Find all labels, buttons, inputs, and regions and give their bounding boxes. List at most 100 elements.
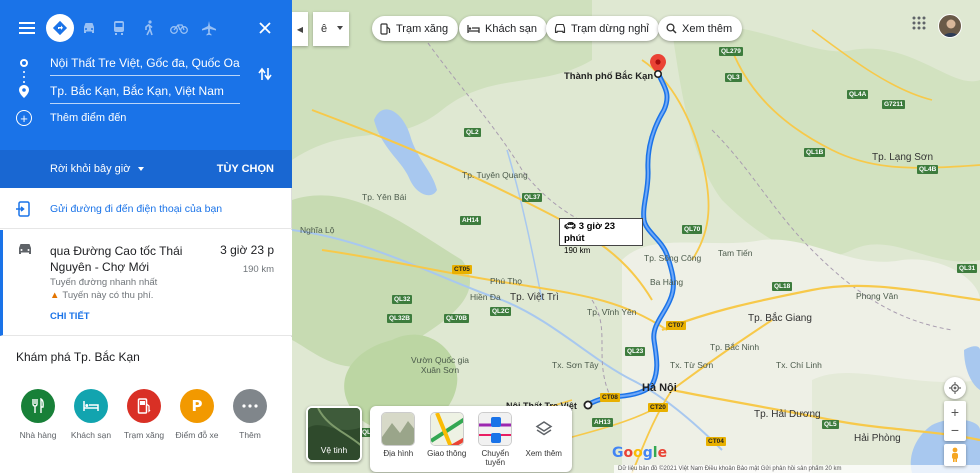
destination-input[interactable]: Tp. Bắc Kạn, Bắc Kạn, Việt Nam <box>50 78 240 104</box>
road-shield: QL70B <box>444 314 469 323</box>
place-label: Vườn Quốc gia Xuân Sơn <box>410 355 470 375</box>
category-parking[interactable]: P Điểm đỗ xe <box>171 389 223 440</box>
road-shield: QL279 <box>719 47 743 56</box>
route-fastest-note: Tuyến đường nhanh nhất <box>50 277 158 288</box>
route-details-link[interactable]: CHI TIẾT <box>50 311 90 322</box>
chip-more[interactable]: Xem thêm <box>658 16 743 41</box>
depart-bar: Rời khỏi bây giờ TÙY CHỌN <box>0 150 292 188</box>
gas-icon <box>127 389 161 423</box>
place-label: Tp. Việt Trì <box>510 292 559 303</box>
road-shield: CT05 <box>452 265 472 274</box>
add-destination-label: Thêm điểm đến <box>50 112 127 124</box>
options-button[interactable]: TÙY CHỌN <box>217 163 274 175</box>
chip-gas-stations[interactable]: Trạm xăng <box>372 16 459 41</box>
search-icon <box>666 23 677 34</box>
send-to-device-icon <box>16 201 30 220</box>
road-shield: QL23 <box>625 347 646 356</box>
place-label: Tx. Chí Linh <box>776 360 822 370</box>
map-canvas[interactable]: ◀ ê Trạm xăng Khách sạn Trạm dừng nghỉ X… <box>292 0 980 473</box>
restaurant-icon <box>21 389 55 423</box>
swap-icon[interactable] <box>258 66 272 87</box>
route-option-card[interactable]: qua Đường Cao tốc Thái Nguyên - Chợ Mới … <box>0 230 292 336</box>
hotel-icon <box>74 389 108 423</box>
place-label: Hải Phòng <box>854 433 901 444</box>
terrain-swatch <box>381 412 416 446</box>
layer-label: Xem thêm <box>525 449 562 458</box>
app-root: Nội Thất Tre Việt, Gốc đa, Quốc Oai, Hà … <box>0 0 980 473</box>
my-location-icon <box>949 382 961 394</box>
best-mode-icon[interactable] <box>46 14 74 42</box>
layer-traffic[interactable]: Giao thông <box>423 412 472 472</box>
place-label: Tp. Yên Bái <box>362 192 407 202</box>
place-label: Phú Thọ <box>490 276 522 286</box>
explore-section: Khám phá Tp. Bắc Kạn Nhà hàng Khách sạn <box>0 337 292 473</box>
place-label: Tam Tiến <box>718 248 753 258</box>
road-shield: QL32B <box>387 314 412 323</box>
car-icon[interactable] <box>74 14 104 42</box>
send-to-phone-row[interactable]: Gửi đường đi đến điện thoại của bạn <box>0 189 292 229</box>
pegman-button[interactable] <box>944 444 966 466</box>
explore-title: Khám phá Tp. Bắc Kạn <box>16 350 140 364</box>
layer-more[interactable]: Xem thêm <box>520 412 569 472</box>
pegman-icon <box>952 447 958 462</box>
category-gas[interactable]: Trạm xăng <box>118 389 170 440</box>
input-tools-glyph: ê <box>321 23 328 35</box>
category-label: Trạm xăng <box>123 430 165 440</box>
layer-label: Địa hình <box>383 449 414 458</box>
plus-icon: + <box>16 110 32 126</box>
road-shield: AH13 <box>592 418 613 427</box>
directions-header: Nội Thất Tre Việt, Gốc đa, Quốc Oai, Hà … <box>0 0 292 188</box>
category-hotels[interactable]: Khách sạn <box>65 389 117 440</box>
avatar[interactable] <box>938 14 962 38</box>
bike-icon[interactable] <box>164 14 194 42</box>
origin-input[interactable]: Nội Thất Tre Việt, Gốc đa, Quốc Oai, Hà <box>50 50 240 76</box>
route-duration-callout[interactable]: 🚗︎ 3 giờ 23 phút 190 km <box>559 218 643 255</box>
add-destination-button[interactable]: + Thêm điểm đến <box>16 110 126 126</box>
category-label: Thêm <box>239 430 261 440</box>
road-shield: QL32 <box>392 295 413 304</box>
chevron-down-icon <box>337 26 343 30</box>
road-shield: QL2 <box>464 128 481 137</box>
category-more[interactable]: Thêm <box>224 389 276 440</box>
route-dots <box>23 71 25 73</box>
chip-hotels[interactable]: Khách sạn <box>459 16 547 41</box>
close-icon[interactable] <box>250 14 280 42</box>
zoom-out-button[interactable]: − <box>951 421 959 439</box>
satellite-toggle[interactable]: Vệ tinh <box>306 406 362 462</box>
place-label: Tp. Hải Dương <box>754 409 821 420</box>
car-icon <box>17 242 33 261</box>
layer-transit[interactable]: Chuyển tuyến <box>471 412 520 472</box>
flight-icon[interactable] <box>194 14 224 42</box>
satellite-label: Vệ tinh <box>320 445 348 455</box>
place-label: Tx. Sơn Tây <box>552 360 599 370</box>
chip-rest-stops[interactable]: Trạm dừng nghỉ <box>546 16 659 41</box>
road-shield: CT20 <box>648 403 668 412</box>
layer-label: Chuyển tuyến <box>481 449 510 467</box>
layer-terrain[interactable]: Địa hình <box>374 412 423 472</box>
route-duration: 3 giờ 23 p <box>220 243 274 257</box>
place-label: Tp. Vĩnh Yên <box>587 307 637 317</box>
road-shield: QL3 <box>725 73 742 82</box>
menu-icon[interactable] <box>12 14 42 42</box>
category-label: Nhà hàng <box>19 430 57 440</box>
place-label: Tp. Lạng Sơn <box>872 152 934 163</box>
collapse-panel-button[interactable]: ◀ <box>292 12 308 46</box>
chip-label: Khách sạn <box>485 22 537 35</box>
depart-time-dropdown[interactable]: Rời khỏi bây giờ <box>50 163 144 175</box>
input-tools-button[interactable]: ê <box>313 12 349 46</box>
place-label: Hà Nội <box>642 382 677 394</box>
walk-icon[interactable] <box>134 14 164 42</box>
hotel-icon <box>467 24 480 34</box>
category-restaurants[interactable]: Nhà hàng <box>12 389 64 440</box>
apps-grid-icon[interactable] <box>912 16 926 35</box>
callout-time: 🚗︎ 3 giờ 23 phút <box>564 221 638 245</box>
place-label: Tp. Tuyên Quang <box>462 170 528 180</box>
road-shield: CT07 <box>666 321 686 330</box>
road-shield: QL2C <box>490 307 512 316</box>
google-logo: Google <box>612 445 668 461</box>
place-label: Ba Hàng <box>650 277 684 287</box>
toll-text: Tuyến này có thu phí. <box>62 290 154 301</box>
zoom-in-button[interactable]: + <box>951 403 959 421</box>
my-location-button[interactable] <box>944 377 966 399</box>
transit-icon[interactable] <box>104 14 134 42</box>
